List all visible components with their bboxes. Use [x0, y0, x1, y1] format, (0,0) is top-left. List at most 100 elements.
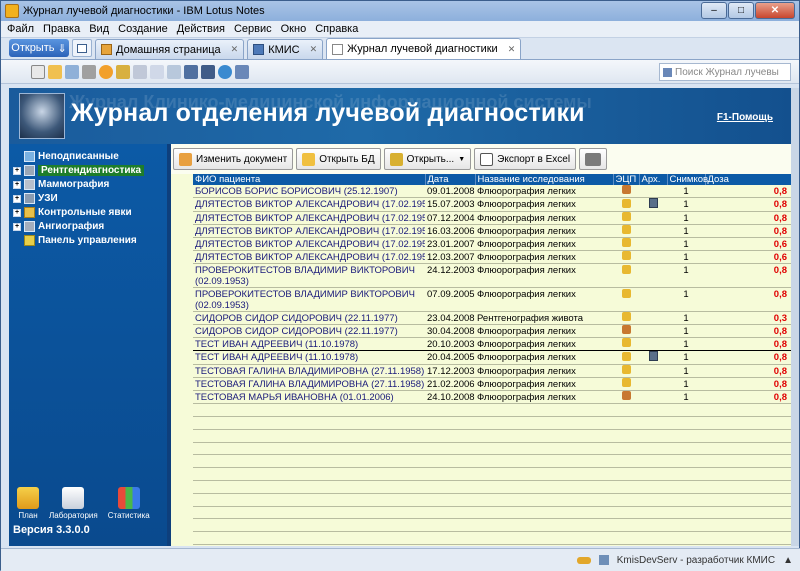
reply-icon[interactable]: [167, 64, 181, 79]
table-row[interactable]: ДЛЯТЕСТОВ ВИКТОР АЛЕКСАНДРОВИЧ (17.02.19…: [193, 250, 793, 265]
toolbar: Поиск Журнал лучевы: [1, 60, 799, 84]
tab-journal[interactable]: Журнал лучевой диагностики ✕: [326, 38, 522, 59]
close-tab-icon[interactable]: ✕: [508, 44, 516, 55]
plan-shortcut[interactable]: План: [17, 487, 39, 520]
table-row[interactable]: ТЕСТОВАЯ ГАЛИНА ВЛАДИМИРОВНА (27.11.1958…: [193, 377, 793, 392]
dose-value: 0,8: [705, 364, 793, 379]
image-count: 1: [667, 337, 705, 352]
copy-window-button[interactable]: [72, 39, 92, 57]
open-db-button[interactable]: Открыть БД: [296, 148, 381, 170]
send-icon[interactable]: [65, 64, 79, 79]
col-signature[interactable]: ЭЦП: [613, 174, 640, 185]
dose-value: 0,8: [705, 197, 793, 213]
patient-name: ТЕСТОВАЯ МАРЬЯ ИВАНОВНА (01.01.2006): [193, 390, 425, 405]
laboratory-shortcut[interactable]: Лаборатория: [49, 487, 98, 520]
new-folder-icon[interactable]: [48, 64, 62, 79]
expand-icon[interactable]: +: [13, 222, 21, 231]
binoculars-icon[interactable]: [201, 64, 215, 79]
archive-cell: [639, 390, 667, 405]
open-db-label: Открыть БД: [319, 153, 375, 165]
table-row[interactable]: ДЛЯТЕСТОВ ВИКТОР АЛЕКСАНДРОВИЧ (17.02.19…: [193, 197, 793, 213]
sidebar-item-angiography[interactable]: + Ангиография: [13, 220, 144, 233]
menu-file[interactable]: Файл: [7, 23, 34, 35]
edit-document-button[interactable]: Изменить документ: [173, 148, 294, 170]
tag-icon[interactable]: [133, 64, 147, 79]
table-row[interactable]: ТЕСТОВАЯ МАРЬЯ ИВАНОВНА (01.01.2006) 24.…: [193, 390, 793, 405]
print-icon[interactable]: [82, 64, 96, 79]
table-row[interactable]: ДЛЯТЕСТОВ ВИКТОР АЛЕКСАНДРОВИЧ (17.02.19…: [193, 224, 793, 239]
menu-view[interactable]: Вид: [89, 23, 109, 35]
open-button[interactable]: Открыть ⇓: [9, 39, 69, 57]
forward-icon[interactable]: [150, 64, 164, 79]
col-dose[interactable]: Доза: [705, 174, 794, 185]
minimize-button[interactable]: –: [701, 2, 727, 19]
sidebar-item-ultrasound[interactable]: + УЗИ: [13, 192, 144, 205]
table-row[interactable]: ПРОВЕРОКИТЕСТОВ ВЛАДИМИР ВИКТОРОВИЧ (02.…: [193, 287, 793, 313]
menu-tools[interactable]: Сервис: [234, 23, 272, 35]
search-box[interactable]: Поиск Журнал лучевы: [659, 63, 791, 81]
menu-window[interactable]: Окно: [281, 23, 307, 35]
col-date[interactable]: Дата: [425, 174, 476, 185]
sidebar-item-unsigned[interactable]: Неподписанные: [13, 150, 144, 163]
print-button[interactable]: [579, 148, 608, 170]
empty-row: [193, 416, 793, 430]
menu-actions[interactable]: Действия: [177, 23, 225, 35]
table-row[interactable]: ТЕСТ ИВАН АДРЕЕВИЧ (11.10.1978) 20.04.20…: [193, 350, 793, 366]
status-menu-icon[interactable]: ▲: [783, 555, 793, 566]
close-tab-icon[interactable]: ✕: [310, 44, 318, 55]
tab-kmis[interactable]: КМИС ✕: [247, 39, 324, 59]
close-tab-icon[interactable]: ✕: [231, 44, 239, 55]
refresh-icon[interactable]: [99, 64, 113, 79]
expand-icon[interactable]: +: [13, 180, 21, 189]
study-name: Флюорография легких: [475, 197, 613, 213]
new-document-icon[interactable]: [31, 64, 45, 79]
study-name: Флюорография легких: [475, 185, 613, 199]
pen-icon: [621, 185, 631, 195]
key-icon[interactable]: [576, 556, 591, 564]
sidebar-item-followups[interactable]: + Контрольные явки: [13, 206, 144, 219]
col-archive[interactable]: Арх.: [639, 174, 668, 185]
status-text[interactable]: KmisDevServ - разработчик КМИС: [617, 555, 775, 566]
find-icon[interactable]: [184, 64, 198, 79]
statistics-shortcut[interactable]: Статистика: [108, 487, 150, 520]
lock-icon: [621, 251, 631, 261]
expand-icon[interactable]: +: [13, 194, 21, 203]
table-row[interactable]: БОРИСОВ БОРИС БОРИСОВИЧ (25.12.1907) 09.…: [193, 185, 793, 199]
sidebar-item-control-panel[interactable]: Панель управления: [13, 234, 144, 247]
table-row[interactable]: ТЕСТ ИВАН АДРЕЕВИЧ (11.10.1978) 20.10.20…: [193, 337, 793, 352]
dose-value: 0,8: [705, 337, 793, 352]
menu-create[interactable]: Создание: [118, 23, 168, 35]
sync-icon[interactable]: [218, 64, 232, 79]
menu-help[interactable]: Справка: [315, 23, 358, 35]
table-row[interactable]: СИДОРОВ СИДОР СИДОРОВИЧ (22.11.1977) 23.…: [193, 311, 793, 326]
export-excel-button[interactable]: Экспорт в Excel: [474, 148, 577, 170]
study-name: Флюорография легких: [475, 364, 613, 379]
link-icon[interactable]: [116, 64, 130, 79]
col-study[interactable]: Название исследования: [475, 174, 614, 185]
menu-edit[interactable]: Правка: [43, 23, 80, 35]
open-menu-button[interactable]: Открыть... ▼: [383, 148, 472, 170]
col-patient-name[interactable]: ФИО пациента: [193, 174, 426, 185]
sort-icon[interactable]: [235, 64, 249, 79]
close-button[interactable]: ✕: [755, 2, 795, 19]
xray-film-icon[interactable]: [648, 351, 658, 362]
expand-icon[interactable]: +: [13, 208, 21, 217]
sidebar-item-mammography[interactable]: + Маммография: [13, 178, 144, 191]
help-link[interactable]: F1-Помощь: [717, 112, 773, 123]
signature-cell: [613, 263, 639, 289]
expand-icon[interactable]: +: [13, 166, 21, 175]
table-row[interactable]: СИДОРОВ СИДОР СИДОРОВИЧ (22.11.1977) 30.…: [193, 324, 793, 339]
tab-home[interactable]: Домашняя страница ✕: [95, 39, 245, 59]
plan-icon: [17, 487, 39, 509]
table-row[interactable]: ДЛЯТЕСТОВ ВИКТОР АЛЕКСАНДРОВИЧ (17.02.19…: [193, 237, 793, 252]
table-row[interactable]: ТЕСТОВАЯ ГАЛИНА ВЛАДИМИРОВНА (27.11.1958…: [193, 364, 793, 379]
vertical-scrollbar[interactable]: [791, 88, 799, 546]
empty-row: [193, 493, 793, 507]
maximize-button[interactable]: □: [728, 2, 754, 19]
table-row[interactable]: ПРОВЕРОКИТЕСТОВ ВЛАДИМИР ВИКТОРОВИЧ (02.…: [193, 263, 793, 289]
title-bar: Журнал лучевой диагностики - IBM Lotus N…: [1, 1, 799, 21]
table-row[interactable]: ДЛЯТЕСТОВ ВИКТОР АЛЕКСАНДРОВИЧ (17.02.19…: [193, 211, 793, 226]
col-images[interactable]: Снимков: [667, 174, 708, 185]
sidebar-item-xray[interactable]: + Рентгендиагностика: [13, 164, 145, 177]
xray-film-icon[interactable]: [648, 198, 658, 209]
